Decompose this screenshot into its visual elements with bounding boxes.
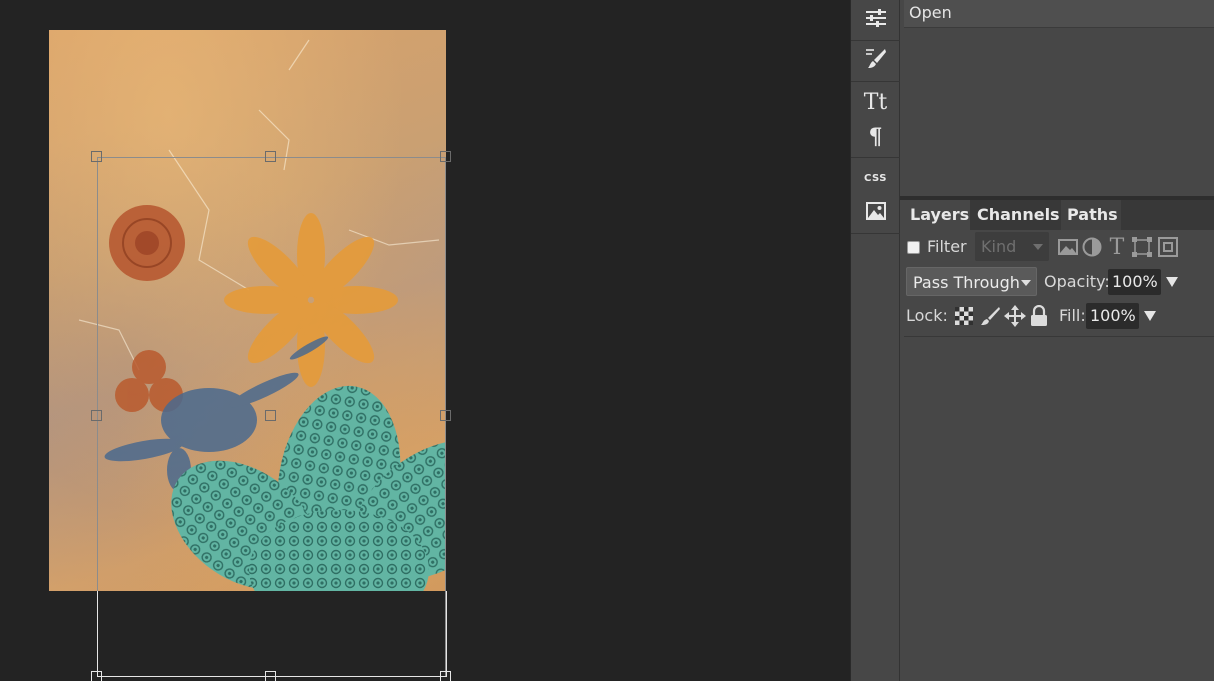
lock-all-padlock-icon[interactable] (1030, 305, 1048, 327)
transform-handle-middle-right[interactable] (440, 410, 451, 421)
tab-layers-label: Layers (910, 205, 970, 224)
filter-adjustment-layers-icon[interactable] (1082, 237, 1102, 257)
filter-smart-objects-icon[interactable] (1158, 237, 1178, 257)
transform-handle-bottom-right[interactable] (440, 671, 451, 681)
toolstrip-separator (851, 40, 900, 41)
fill-value: 100% (1090, 306, 1136, 325)
filter-label: Filter (927, 237, 967, 256)
lock-pixels-brush-icon[interactable] (980, 306, 1000, 326)
blend-mode-value: Pass Through (913, 273, 1020, 292)
character-button[interactable]: Tt (851, 84, 900, 120)
history-item[interactable]: Open (904, 0, 1214, 28)
canvas-workspace[interactable] (0, 0, 850, 681)
toolstrip-separator (851, 233, 900, 234)
css-button[interactable]: CSS (851, 160, 900, 196)
chevron-down-icon (1021, 280, 1031, 286)
brush-settings-icon (865, 47, 887, 73)
right-panel: Open Layers Channels Paths Filter Kind T (900, 0, 1214, 681)
image-button[interactable] (851, 195, 900, 231)
panel-toolstrip: Tt ¶ CSS (850, 0, 900, 681)
transform-box-lower-right-edge (446, 591, 447, 677)
adjustments-button[interactable] (851, 2, 900, 38)
kind-select-value: Kind (981, 237, 1017, 256)
layers-list[interactable] (904, 337, 1214, 681)
transform-handle-center[interactable] (265, 410, 276, 421)
lock-transparency-icon[interactable] (955, 307, 973, 325)
toolstrip-separator (851, 81, 900, 82)
kind-select[interactable]: Kind (975, 232, 1049, 261)
tab-paths[interactable]: Paths (1061, 200, 1121, 230)
image-icon (865, 202, 886, 224)
lock-position-move-icon[interactable] (1004, 305, 1026, 327)
tab-layers[interactable]: Layers (904, 200, 970, 230)
filter-type-layers-icon[interactable]: T (1107, 235, 1127, 260)
opacity-label: Opacity: (1044, 272, 1110, 291)
transform-handle-bottom-left[interactable] (91, 671, 102, 681)
paragraph-button[interactable]: ¶ (851, 119, 900, 155)
transform-handle-top-left[interactable] (91, 151, 102, 162)
paper-crack-lines (78, 39, 440, 371)
filter-pixel-layers-icon[interactable] (1058, 238, 1078, 256)
tab-channels[interactable]: Channels (971, 200, 1060, 230)
fill-input[interactable]: 100% (1086, 303, 1139, 329)
layer-filter-row: Filter Kind T (904, 231, 1214, 263)
history-item-label: Open (909, 3, 952, 22)
opacity-input[interactable]: 100% (1108, 269, 1161, 295)
fill-label: Fill: (1059, 306, 1086, 325)
blend-row: Pass Through Opacity: 100% (904, 266, 1214, 298)
filter-shape-layers-icon[interactable] (1132, 237, 1152, 257)
lock-row: Lock: Fill: 100% (904, 300, 1214, 332)
filter-checkbox[interactable] (907, 241, 920, 254)
fill-dropdown-icon[interactable] (1144, 311, 1156, 321)
orange-star-flower (224, 213, 398, 387)
opacity-value: 100% (1112, 272, 1158, 291)
document-canvas[interactable] (49, 30, 446, 591)
transform-handle-top-center[interactable] (265, 151, 276, 162)
css-icon: CSS (864, 172, 887, 184)
opacity-dropdown-icon[interactable] (1166, 277, 1178, 287)
tab-channels-label: Channels (977, 205, 1060, 224)
toolstrip-separator (851, 157, 900, 158)
history-panel: Open (904, 0, 1214, 196)
transform-handle-top-right[interactable] (440, 151, 451, 162)
red-flower (109, 205, 185, 281)
adjustments-sliders-icon (865, 8, 887, 32)
chevron-down-icon (1033, 244, 1043, 250)
paragraph-icon: ¶ (868, 124, 883, 150)
blend-mode-select[interactable]: Pass Through (906, 267, 1037, 296)
character-tt-icon: Tt (863, 89, 888, 115)
layers-tab-bar: Layers Channels Paths (904, 200, 1214, 230)
brush-settings-button[interactable] (851, 42, 900, 78)
transform-box-lower-left-edge (97, 591, 98, 677)
transform-handle-bottom-center[interactable] (265, 671, 276, 681)
tab-paths-label: Paths (1067, 205, 1118, 224)
artwork (78, 39, 446, 591)
transform-handle-middle-left[interactable] (91, 410, 102, 421)
lock-label: Lock: (906, 306, 948, 325)
